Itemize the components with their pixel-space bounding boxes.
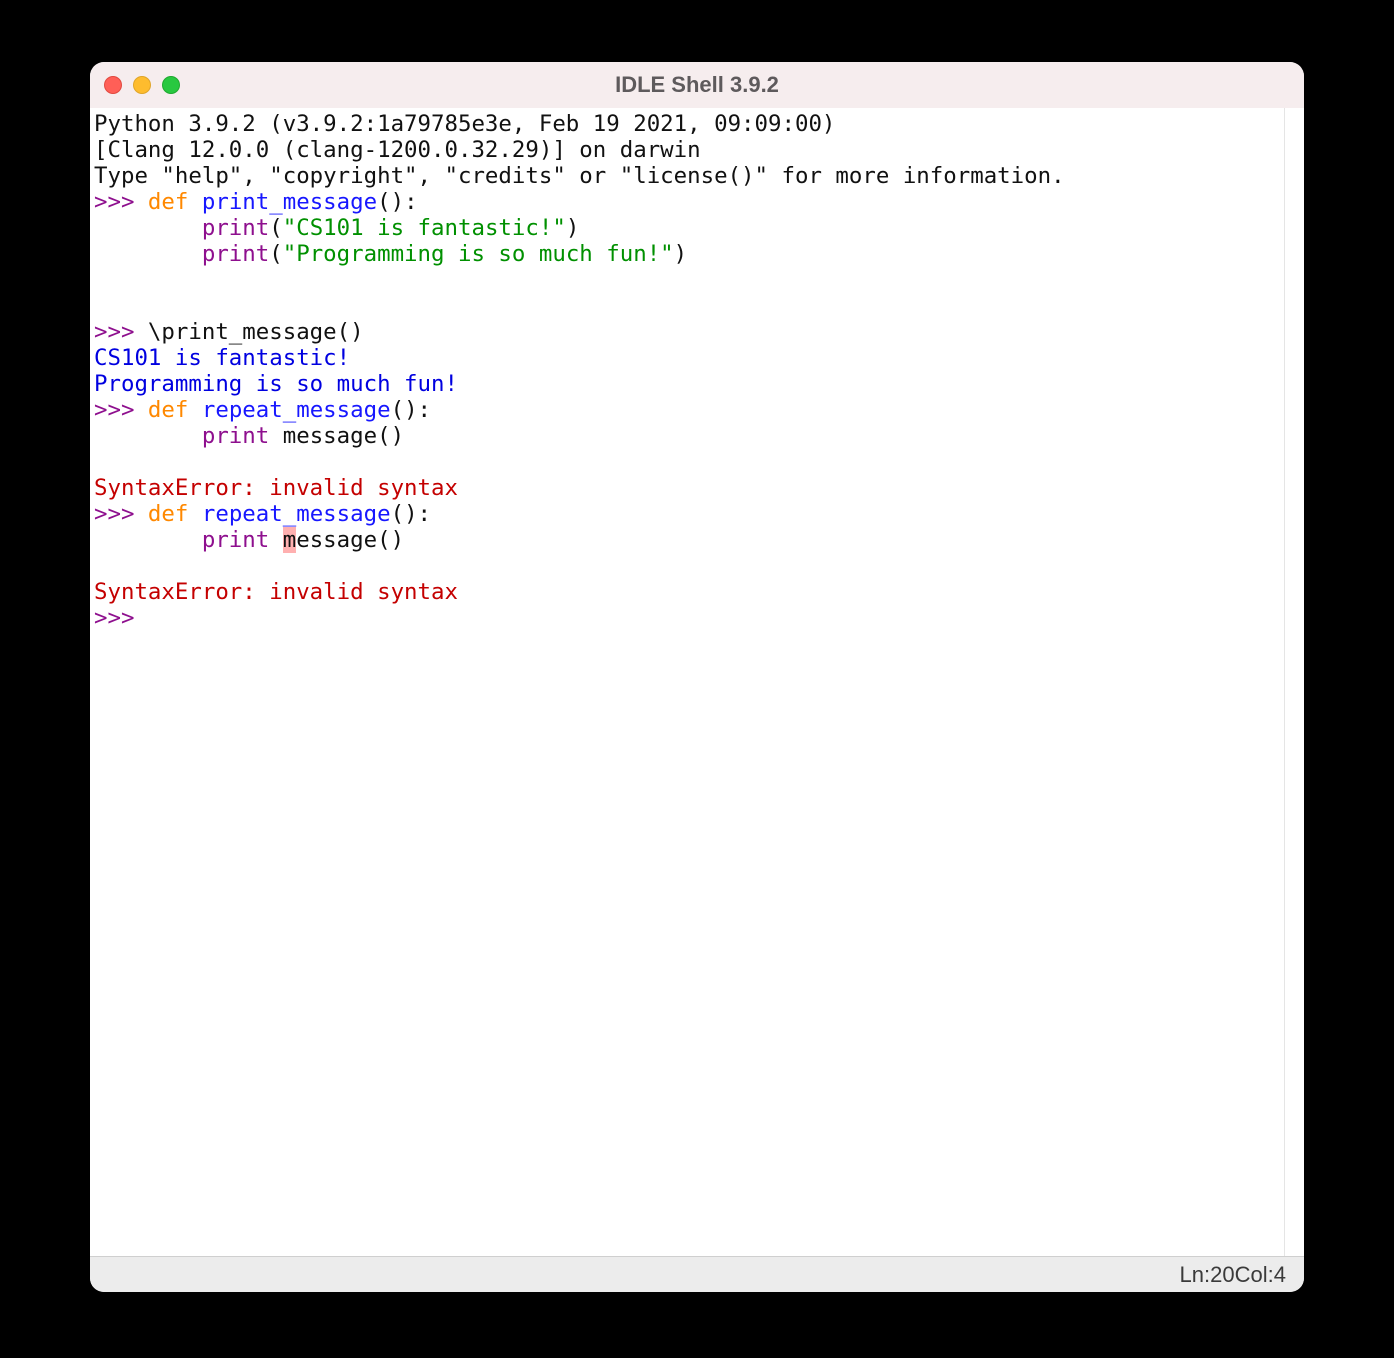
vertical-scrollbar[interactable] [1284, 108, 1304, 1256]
string-literal: "Programming is so much fun!" [283, 241, 674, 267]
titlebar[interactable]: IDLE Shell 3.9.2 [90, 62, 1304, 108]
indent [94, 527, 202, 553]
prompt: >>> [94, 605, 148, 631]
paren: ) [566, 215, 579, 241]
status-bar: Ln: 20 Col: 4 [90, 1256, 1304, 1292]
parens: (): [391, 501, 431, 527]
builtin-print: print [202, 527, 269, 553]
banner-line: Type "help", "copyright", "credits" or "… [94, 163, 1065, 189]
func-name: repeat_message [202, 501, 391, 527]
status-ln-label: Ln: [1180, 1262, 1211, 1288]
kw-def: def [148, 397, 188, 423]
prompt: >>> [94, 319, 148, 345]
cursor[interactable] [148, 605, 161, 631]
idle-window: IDLE Shell 3.9.2 Python 3.9.2 (v3.9.2:1a… [90, 62, 1304, 1292]
func-name: repeat_message [202, 397, 391, 423]
status-ln-value: 20 [1210, 1262, 1234, 1288]
builtin-print: print [202, 423, 269, 449]
indent [94, 423, 202, 449]
window-body: Python 3.9.2 (v3.9.2:1a79785e3e, Feb 19 … [90, 108, 1304, 1256]
banner-line: [Clang 12.0.0 (clang-1200.0.32.29)] on d… [94, 137, 701, 163]
indent [94, 241, 202, 267]
string-literal: "CS101 is fantastic!" [283, 215, 566, 241]
prompt: >>> [94, 397, 148, 423]
error-line: SyntaxError: invalid syntax [94, 579, 458, 605]
prompt: >>> [94, 501, 148, 527]
indent [94, 215, 202, 241]
paren: ( [269, 215, 282, 241]
paren: ( [269, 241, 282, 267]
status-col-label: Col: [1235, 1262, 1274, 1288]
parens: (): [377, 189, 417, 215]
code-text: essage() [296, 527, 404, 553]
kw-def: def [148, 501, 188, 527]
status-col-value: 4 [1274, 1262, 1286, 1288]
blank-indent [94, 449, 202, 475]
shell-text[interactable]: Python 3.9.2 (v3.9.2:1a79785e3e, Feb 19 … [90, 108, 1284, 1256]
kw-def: def [148, 189, 188, 215]
window-controls [104, 76, 180, 94]
prompt: >>> [94, 189, 148, 215]
error-line: SyntaxError: invalid syntax [94, 475, 458, 501]
parens: (): [391, 397, 431, 423]
builtin-print: print [202, 241, 269, 267]
func-name: print_message [202, 189, 377, 215]
stdout-line: CS101 is fantastic! [94, 345, 350, 371]
paren: ) [674, 241, 687, 267]
blank-indent [94, 553, 202, 579]
minimize-icon[interactable] [133, 76, 151, 94]
user-input: \print_message() [148, 319, 364, 345]
space [269, 527, 282, 553]
window-title: IDLE Shell 3.9.2 [90, 72, 1304, 98]
error-highlight: m [283, 527, 296, 553]
stdout-line: Programming is so much fun! [94, 371, 458, 397]
blank-line [94, 293, 107, 319]
code-text: message() [269, 423, 404, 449]
zoom-icon[interactable] [162, 76, 180, 94]
close-icon[interactable] [104, 76, 122, 94]
builtin-print: print [202, 215, 269, 241]
banner-line: Python 3.9.2 (v3.9.2:1a79785e3e, Feb 19 … [94, 111, 849, 137]
